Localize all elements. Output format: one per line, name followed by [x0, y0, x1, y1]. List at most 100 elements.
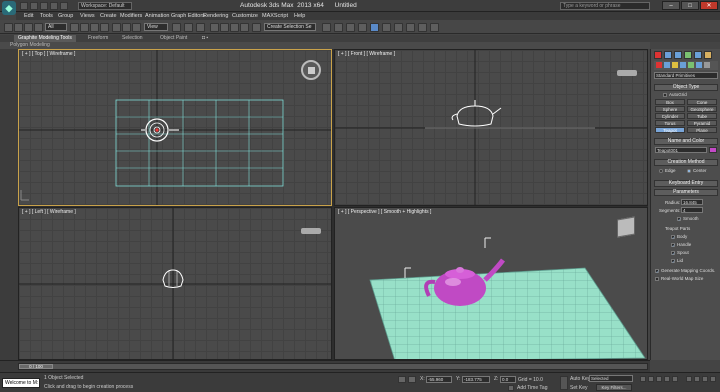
- object-color-swatch[interactable]: [709, 147, 717, 153]
- teapot-button[interactable]: Teapot: [655, 127, 685, 133]
- motion-tab-icon[interactable]: [684, 51, 692, 59]
- object-name-field[interactable]: Teapot001: [655, 147, 707, 153]
- object-type-rollout[interactable]: Object Type: [654, 84, 718, 91]
- align-icon[interactable]: [334, 23, 343, 32]
- zoom-icon[interactable]: [686, 376, 692, 382]
- menu-group[interactable]: Group: [58, 12, 73, 20]
- modify-tab-icon[interactable]: [664, 51, 672, 59]
- go-to-start-icon[interactable]: [640, 376, 646, 382]
- open-file-icon[interactable]: [30, 2, 38, 10]
- redo-icon[interactable]: [60, 2, 68, 10]
- sphere-button[interactable]: Sphere: [655, 106, 685, 112]
- space-warps-icon[interactable]: [696, 62, 702, 68]
- select-object-icon[interactable]: [70, 23, 79, 32]
- viewport-left[interactable]: [ + ] [ Left ] [ Wireframe ]: [18, 207, 332, 360]
- help-search-input[interactable]: Type a keyword or phrase: [560, 2, 650, 10]
- viewcube-top-icon[interactable]: [301, 60, 321, 80]
- script-listener-field[interactable]: Welcome to M:: [2, 378, 40, 388]
- material-editor-icon[interactable]: [394, 23, 403, 32]
- orbit-icon[interactable]: [702, 376, 708, 382]
- parameters-rollout[interactable]: Parameters: [654, 189, 718, 196]
- move-icon[interactable]: [112, 23, 121, 32]
- geosphere-button[interactable]: GeoSphere: [687, 106, 717, 112]
- mirror-icon[interactable]: [322, 23, 331, 32]
- viewcube-left-icon[interactable]: [301, 228, 321, 234]
- utilities-tab-icon[interactable]: [704, 51, 712, 59]
- smooth-checkbox[interactable]: ✓: [677, 217, 681, 222]
- key-filters-button[interactable]: Key Filters...: [596, 384, 632, 391]
- polygon-modeling-tab[interactable]: Polygon Modeling: [6, 42, 54, 49]
- menu-create[interactable]: Create: [100, 12, 117, 20]
- lights-icon[interactable]: [672, 62, 678, 68]
- maximize-viewport-icon[interactable]: [710, 376, 716, 382]
- set-key-icon[interactable]: [560, 376, 568, 390]
- cameras-icon[interactable]: [680, 62, 686, 68]
- close-button[interactable]: ✕: [700, 1, 718, 10]
- menu-views[interactable]: Views: [80, 12, 95, 20]
- viewport-top-label[interactable]: [ + ] [ Top ] [ Wireframe ]: [22, 51, 75, 57]
- play-icon[interactable]: [656, 376, 662, 382]
- name-color-rollout[interactable]: Name and Color: [654, 138, 718, 145]
- lock-selection-icon[interactable]: [398, 376, 406, 383]
- create-tab-icon[interactable]: [654, 51, 662, 59]
- rotate-icon[interactable]: [122, 23, 131, 32]
- key-selection-dropdown[interactable]: Selected: [589, 375, 633, 382]
- app-logo-icon[interactable]: ◆: [2, 1, 16, 15]
- render-setup-icon[interactable]: [406, 23, 415, 32]
- viewport-perspective-label[interactable]: [ + ] [ Perspective ] [ Smooth + Highlig…: [338, 209, 431, 215]
- autogrid-checkbox[interactable]: [663, 93, 667, 97]
- save-file-icon[interactable]: [40, 2, 48, 10]
- spout-checkbox[interactable]: ✓: [671, 251, 675, 256]
- geometry-icon[interactable]: [656, 62, 662, 68]
- viewport-left-label[interactable]: [ + ] [ Left ] [ Wireframe ]: [22, 209, 76, 215]
- selection-filter-dropdown[interactable]: All: [45, 23, 67, 31]
- plane-button[interactable]: Plane: [687, 127, 717, 133]
- menu-customize[interactable]: Customize: [232, 12, 258, 20]
- time-slider-thumb[interactable]: 0 / 100: [19, 364, 53, 369]
- workspace-dropdown[interactable]: Workspace: Default: [78, 2, 132, 10]
- prev-frame-icon[interactable]: [648, 376, 654, 382]
- tube-button[interactable]: Tube: [687, 113, 717, 119]
- angle-snap-icon[interactable]: [220, 23, 229, 32]
- keyboard-shortcut-icon[interactable]: [196, 23, 205, 32]
- rectangular-selection-icon[interactable]: [90, 23, 99, 32]
- select-by-name-icon[interactable]: [80, 23, 89, 32]
- viewcube-front-icon[interactable]: [617, 70, 637, 76]
- select-manipulate-icon[interactable]: [184, 23, 193, 32]
- z-coord-field[interactable]: 0.0: [500, 376, 516, 383]
- auto-key-button[interactable]: Auto Key: [570, 376, 590, 382]
- menu-animation[interactable]: Animation: [145, 12, 169, 20]
- ribbon-minimize-icon[interactable]: ◘ ▪: [198, 35, 212, 42]
- creation-method-rollout[interactable]: Creation Method: [654, 159, 718, 166]
- viewcube-perspective-icon[interactable]: [617, 216, 635, 238]
- real-world-checkbox[interactable]: [655, 277, 659, 281]
- edit-named-selection-icon[interactable]: [252, 23, 261, 32]
- viewport-front[interactable]: [ + ] [ Front ] [ Wireframe ]: [334, 49, 648, 206]
- handle-checkbox[interactable]: ✓: [671, 243, 675, 248]
- pivot-center-icon[interactable]: [172, 23, 181, 32]
- category-dropdown[interactable]: Standard Primitives: [654, 72, 718, 79]
- tab-selection[interactable]: Selection: [118, 35, 147, 42]
- edge-radio[interactable]: [659, 169, 663, 173]
- snaps-toggle-icon[interactable]: [210, 23, 219, 32]
- scale-icon[interactable]: [132, 23, 141, 32]
- rendered-frame-window-icon[interactable]: [418, 23, 427, 32]
- graphite-ribbon-icon[interactable]: [358, 23, 367, 32]
- next-frame-icon[interactable]: [664, 376, 670, 382]
- shapes-icon[interactable]: [664, 62, 670, 68]
- set-key-button[interactable]: Set Key: [570, 385, 588, 391]
- tab-graphite-modeling-tools[interactable]: Graphite Modeling Tools: [14, 35, 76, 42]
- menu-edit[interactable]: Edit: [24, 12, 33, 20]
- link-icon[interactable]: [14, 23, 23, 32]
- lid-checkbox[interactable]: ✓: [671, 259, 675, 264]
- render-production-icon[interactable]: [430, 23, 439, 32]
- minimize-button[interactable]: –: [662, 1, 680, 10]
- pan-icon[interactable]: [694, 376, 700, 382]
- new-file-icon[interactable]: [20, 2, 28, 10]
- maximize-button[interactable]: □: [681, 1, 699, 10]
- schematic-view-icon[interactable]: [382, 23, 391, 32]
- go-to-end-icon[interactable]: [672, 376, 678, 382]
- cone-button[interactable]: Cone: [687, 99, 717, 105]
- viewport-top[interactable]: [ + ] [ Top ] [ Wireframe ]: [18, 49, 332, 206]
- radius-field[interactable]: 16.845: [681, 199, 703, 205]
